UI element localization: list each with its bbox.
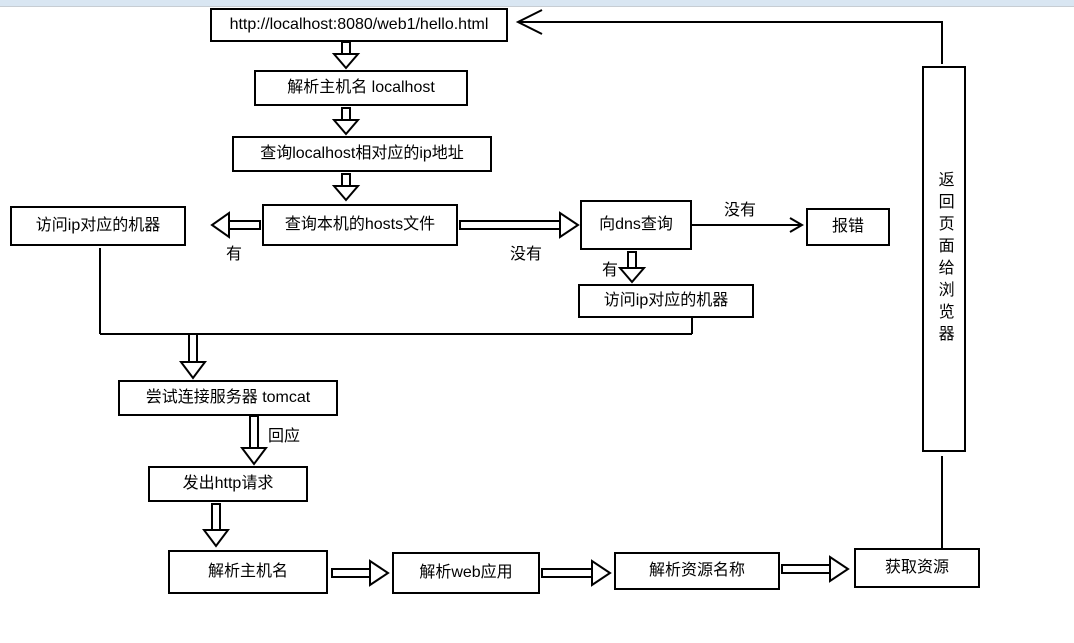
node-parse-web: 解析web应用 — [392, 552, 540, 594]
text: 报错 — [832, 217, 864, 236]
text: 返回页面给浏览器 — [934, 171, 953, 347]
text: 查询localhost相对应的ip地址 — [260, 144, 464, 163]
diagram-canvas: http://localhost:8080/web1/hello.html 解析… — [0, 0, 1074, 643]
node-try-tomcat: 尝试连接服务器 tomcat — [118, 380, 338, 416]
text: 访问ip对应的机器 — [604, 291, 728, 310]
text: 查询本机的hosts文件 — [285, 215, 435, 234]
text: 发出http请求 — [183, 474, 274, 493]
node-parse-host-2: 解析主机名 — [168, 550, 328, 594]
text: 解析主机名 localhost — [287, 78, 435, 97]
text: http://localhost:8080/web1/hello.html — [230, 15, 489, 34]
text: 解析资源名称 — [649, 561, 745, 580]
top-bar — [0, 0, 1074, 7]
node-get-res: 获取资源 — [854, 548, 980, 588]
node-parse-host: 解析主机名 localhost — [254, 70, 468, 106]
text: 解析web应用 — [419, 563, 512, 582]
label-yes-2: 有 — [602, 256, 618, 280]
node-error: 报错 — [806, 208, 890, 246]
label-yes-1: 有 — [226, 240, 242, 264]
node-return-to-browser: 返回页面给浏览器 — [922, 66, 966, 452]
label-reply: 回应 — [268, 422, 300, 446]
node-lookup-ip: 查询localhost相对应的ip地址 — [232, 136, 492, 172]
text: 获取资源 — [885, 558, 949, 577]
text: 解析主机名 — [208, 562, 288, 581]
node-url: http://localhost:8080/web1/hello.html — [210, 8, 508, 42]
node-hosts-file: 查询本机的hosts文件 — [262, 204, 458, 246]
node-dns-query: 向dns查询 — [580, 200, 692, 250]
node-parse-res: 解析资源名称 — [614, 552, 780, 590]
text: 尝试连接服务器 tomcat — [146, 388, 310, 407]
connector-layer — [0, 0, 1074, 643]
label-no-1: 没有 — [510, 240, 542, 264]
node-send-http: 发出http请求 — [148, 466, 308, 502]
label-no-2: 没有 — [724, 196, 756, 220]
text: 向dns查询 — [599, 215, 673, 234]
node-access-ip-1: 访问ip对应的机器 — [10, 206, 186, 246]
node-access-ip-2: 访问ip对应的机器 — [578, 284, 754, 318]
text: 访问ip对应的机器 — [36, 216, 160, 235]
